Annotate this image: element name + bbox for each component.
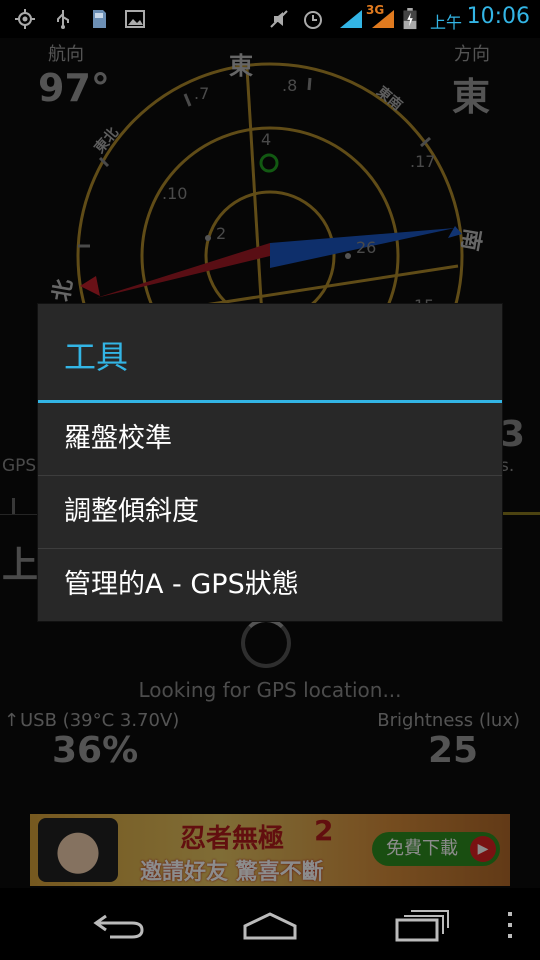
navigation-bar xyxy=(0,888,540,960)
signal-icon xyxy=(340,10,362,28)
status-time: 10:06 xyxy=(466,4,530,29)
home-icon[interactable] xyxy=(242,910,298,940)
sd-card-icon xyxy=(93,10,106,28)
status-ampm: 上午 xyxy=(429,13,462,32)
back-icon[interactable] xyxy=(92,910,148,940)
menu-item-manage-agps[interactable]: 管理的A - GPS狀態 xyxy=(38,549,502,621)
usb-icon xyxy=(57,10,69,29)
image-icon xyxy=(125,10,145,28)
tools-dialog: 工具 羅盤校準 調整傾斜度 管理的A - GPS狀態 xyxy=(38,304,502,621)
menu-item-adjust-tilt[interactable]: 調整傾斜度 xyxy=(38,476,502,548)
network-type-label: 3G xyxy=(366,3,385,17)
mute-icon xyxy=(270,10,288,28)
gps-icon xyxy=(15,9,35,29)
overflow-menu-icon[interactable] xyxy=(505,910,515,940)
recent-apps-icon[interactable] xyxy=(394,908,450,942)
dialog-title: 工具 xyxy=(64,338,129,376)
battery-charging-icon xyxy=(403,8,417,30)
alarm-icon xyxy=(304,11,322,29)
status-bar: 3G 上午 10:06 xyxy=(0,0,540,38)
menu-item-compass-calibration[interactable]: 羅盤校準 xyxy=(38,403,502,475)
